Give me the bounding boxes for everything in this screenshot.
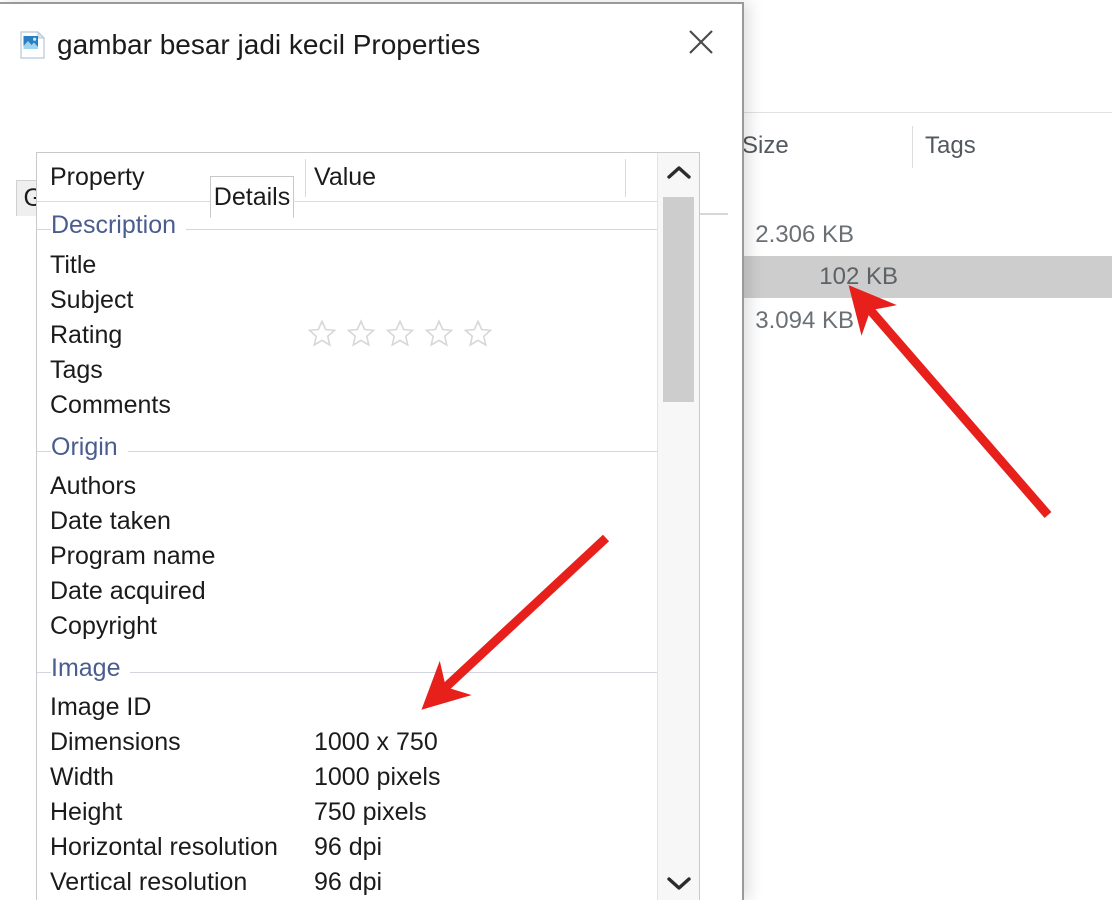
property-name: Copyright xyxy=(50,612,157,640)
property-name: Subject xyxy=(50,286,134,314)
properties-dialog: gambar besar jadi kecil Properties Gener… xyxy=(0,2,744,900)
property-row-dimensions[interactable]: Dimensions 1000 x 750 xyxy=(37,728,699,762)
column-header-tags[interactable]: Tags xyxy=(925,132,976,160)
property-name: Image ID xyxy=(50,693,152,721)
property-row-tags[interactable]: Tags xyxy=(37,356,699,390)
property-name: Program name xyxy=(50,542,216,570)
column-header-size[interactable]: Size xyxy=(742,132,789,160)
section-title: Description xyxy=(51,211,187,240)
property-name: Comments xyxy=(50,391,171,419)
chevron-up-icon xyxy=(666,166,691,179)
property-row-title[interactable]: Title xyxy=(37,251,699,285)
dialog-title: gambar besar jadi kecil Properties xyxy=(57,29,481,60)
property-value: 96 dpi xyxy=(314,868,383,896)
property-name: Dimensions xyxy=(50,728,181,756)
close-button[interactable] xyxy=(666,14,736,70)
section-header-origin: Origin xyxy=(37,433,657,467)
property-row-vertical-resolution[interactable]: Vertical resolution 96 dpi xyxy=(37,868,699,900)
property-name: Title xyxy=(50,251,97,279)
property-name: Vertical resolution xyxy=(50,868,248,896)
tab-strip: General Security Details Previous Versio… xyxy=(0,90,742,218)
column-divider[interactable] xyxy=(912,126,913,168)
property-value: 1000 pixels xyxy=(314,763,441,791)
file-size-cell: 102 KB xyxy=(819,263,898,290)
property-row-comments[interactable]: Comments xyxy=(37,391,699,425)
rating-stars[interactable] xyxy=(307,318,493,348)
section-title: Image xyxy=(51,654,131,683)
property-name: Horizontal resolution xyxy=(50,833,278,861)
tab-details[interactable]: Details xyxy=(210,176,294,218)
chevron-down-icon xyxy=(666,877,691,890)
properties-list-panel: Property Value Description Title Subject xyxy=(36,152,700,900)
tab-label: Details xyxy=(213,182,291,211)
section-title: Origin xyxy=(51,433,128,462)
property-value: 750 pixels xyxy=(314,798,427,826)
file-size-cell: 3.094 KB xyxy=(755,307,854,334)
table-row-selected[interactable]: 102 KB xyxy=(744,256,1112,298)
star-icon xyxy=(307,319,337,347)
table-row[interactable]: 3.094 KB xyxy=(700,300,1112,342)
property-row-date-taken[interactable]: Date taken xyxy=(37,507,699,541)
close-icon xyxy=(689,30,713,54)
scrollbar-thumb[interactable] xyxy=(663,197,694,402)
property-name: Date acquired xyxy=(50,577,206,605)
property-row-image-id[interactable]: Image ID xyxy=(37,693,699,727)
column-header-property[interactable]: Property xyxy=(50,163,144,192)
star-icon xyxy=(463,319,493,347)
properties-rows: Description Title Subject Rating Tags Co… xyxy=(37,201,699,900)
image-file-icon xyxy=(18,30,48,60)
property-name: Tags xyxy=(50,356,103,384)
screen: Size Tags 2.306 KB 102 KB 3.094 KB gamba… xyxy=(0,0,1112,900)
property-row-program-name[interactable]: Program name xyxy=(37,542,699,576)
file-size-cell: 2.306 KB xyxy=(755,221,854,248)
property-row-subject[interactable]: Subject xyxy=(37,286,699,320)
property-row-authors[interactable]: Authors xyxy=(37,472,699,506)
header-separator[interactable] xyxy=(305,159,306,197)
property-row-height[interactable]: Height 750 pixels xyxy=(37,798,699,832)
property-row-rating[interactable]: Rating xyxy=(37,318,699,355)
column-header-value[interactable]: Value xyxy=(314,163,376,192)
dialog-titlebar: gambar besar jadi kecil Properties xyxy=(0,4,742,82)
property-row-width[interactable]: Width 1000 pixels xyxy=(37,763,699,797)
section-header-description: Description xyxy=(37,211,657,245)
section-header-image: Image xyxy=(37,654,657,688)
list-column-headers: Property Value xyxy=(37,153,699,202)
property-name: Date taken xyxy=(50,507,171,535)
scroll-up-button[interactable] xyxy=(658,153,699,193)
property-name: Width xyxy=(50,763,114,791)
property-name: Rating xyxy=(50,321,123,349)
star-icon xyxy=(346,319,376,347)
section-rule xyxy=(37,451,657,452)
star-icon xyxy=(385,319,415,347)
vertical-scrollbar[interactable] xyxy=(657,153,699,900)
scroll-down-button[interactable] xyxy=(658,863,699,900)
property-name: Height xyxy=(50,798,123,826)
property-name: Authors xyxy=(50,472,137,500)
table-row[interactable]: 2.306 KB xyxy=(700,214,1112,256)
star-icon xyxy=(424,319,454,347)
property-row-date-acquired[interactable]: Date acquired xyxy=(37,577,699,611)
property-value: 96 dpi xyxy=(314,833,383,861)
header-separator[interactable] xyxy=(625,159,626,197)
property-row-copyright[interactable]: Copyright xyxy=(37,612,699,646)
header-rule xyxy=(700,112,1112,113)
property-value: 1000 x 750 xyxy=(314,728,438,756)
property-row-horizontal-resolution[interactable]: Horizontal resolution 96 dpi xyxy=(37,833,699,867)
